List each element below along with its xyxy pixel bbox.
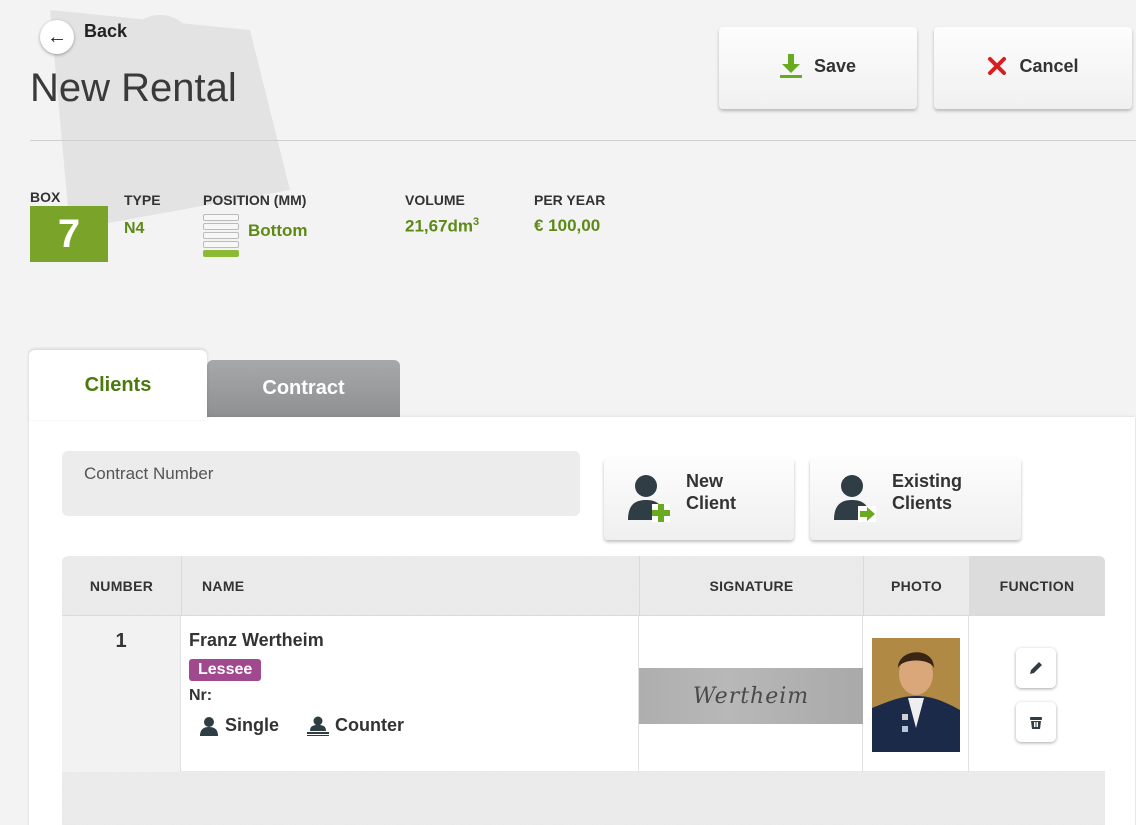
client-tags: Single Counter xyxy=(189,715,638,736)
per-year-value: € 100,00 xyxy=(534,216,601,235)
role-badge: Lessee xyxy=(189,659,262,681)
new-client-text: New Client xyxy=(686,470,736,514)
column-header-name: NAME xyxy=(181,556,639,615)
existing-clients-text: Existing Clients xyxy=(892,470,962,514)
function-cell xyxy=(969,616,1105,772)
close-icon xyxy=(988,57,1007,75)
column-header-function: FUNCTION xyxy=(969,556,1105,615)
user-desk-icon xyxy=(307,716,330,736)
position-bar-upper xyxy=(203,223,239,230)
position-bar-middle xyxy=(203,232,239,239)
position-level-indicator xyxy=(203,214,239,259)
new-client-line1: New xyxy=(686,471,724,491)
photo-cell xyxy=(863,616,969,772)
signature-cell: Wertheim xyxy=(639,616,863,772)
tag-single-label: Single xyxy=(225,715,280,735)
column-header-number: NUMBER xyxy=(89,577,154,594)
existing-clients-line1: Existing xyxy=(892,471,963,491)
save-button[interactable]: Save xyxy=(719,27,917,109)
header-divider xyxy=(30,140,1136,141)
client-name: Franz Wertheim xyxy=(189,630,324,650)
download-arrow-icon xyxy=(779,54,802,78)
column-header-signature: SIGNATURE xyxy=(639,556,863,615)
back-label: Back xyxy=(84,20,128,41)
volume-label: VOLUME xyxy=(405,192,465,208)
type-label: TYPE xyxy=(124,192,161,208)
save-label: Save xyxy=(813,55,857,76)
arrow-left-icon: ← xyxy=(40,20,74,54)
delete-button[interactable] xyxy=(1016,702,1056,742)
position-bar-top xyxy=(203,214,239,221)
box-number-badge: 7 xyxy=(30,206,108,262)
add-user-icon xyxy=(628,475,670,522)
volume-number: 21,67dm xyxy=(405,216,474,236)
tab-clients[interactable]: Clients xyxy=(29,350,207,420)
volume-exponent: 3 xyxy=(473,216,480,228)
signature-image: Wertheim xyxy=(639,668,863,724)
per-year-label: PER YEAR xyxy=(534,192,606,208)
name-cell: Franz Wertheim Lessee Nr: Single Counter xyxy=(181,616,639,772)
existing-clients-line2: Clients xyxy=(892,493,953,513)
clients-table: NUMBER NAME SIGNATURE PHOTO FUNCTION 1 F… xyxy=(62,556,1105,825)
tag-counter-label: Counter xyxy=(335,715,405,735)
user-arrow-icon xyxy=(834,475,876,522)
tag-single: Single xyxy=(199,715,279,736)
back-button[interactable]: ← Back xyxy=(40,20,127,54)
client-photo xyxy=(872,638,960,752)
user-icon xyxy=(200,716,218,736)
existing-clients-button[interactable]: Existing Clients xyxy=(810,458,1021,540)
box-label: BOX xyxy=(30,189,61,205)
position-bar-lower xyxy=(203,241,239,248)
nr-label: Nr: xyxy=(189,687,213,704)
tab-contract[interactable]: Contract xyxy=(207,360,400,417)
tag-counter: Counter xyxy=(307,715,404,736)
cancel-button[interactable]: Cancel xyxy=(934,27,1132,109)
table-row[interactable]: 1 Franz Wertheim Lessee Nr: Single Count… xyxy=(62,615,1105,772)
row-number: 1 xyxy=(62,616,181,772)
edit-button[interactable] xyxy=(1016,648,1056,688)
table-footer xyxy=(62,771,1105,825)
type-value: N4 xyxy=(124,220,145,237)
new-client-button[interactable]: New Client xyxy=(604,458,794,540)
trash-icon xyxy=(1030,717,1042,729)
column-header-photo: PHOTO xyxy=(863,556,969,615)
volume-value: 21,67dm3 xyxy=(405,216,479,237)
new-client-line2: Client xyxy=(686,493,737,513)
contract-number-input[interactable] xyxy=(62,451,580,516)
cancel-label: Cancel xyxy=(1019,55,1079,76)
pencil-icon xyxy=(1030,662,1042,674)
position-value: Bottom xyxy=(248,221,308,240)
page-title: New Rental xyxy=(30,66,237,110)
position-bar-bottom xyxy=(203,250,239,257)
position-label: POSITION (MM) xyxy=(203,192,307,208)
